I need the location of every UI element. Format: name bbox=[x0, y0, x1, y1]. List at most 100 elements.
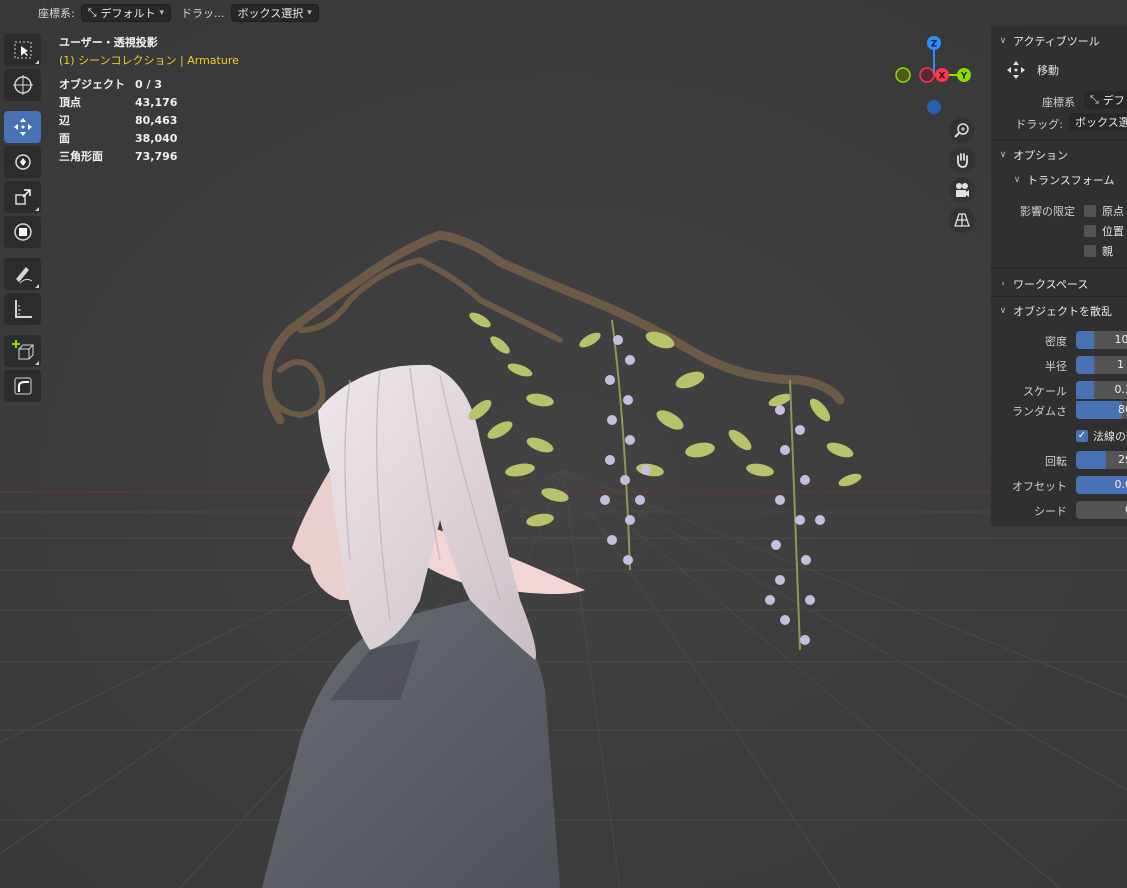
neg-z-axis-handle bbox=[927, 100, 941, 114]
viewport-info: ユーザー・透視投影 (1) シーンコレクション | Armature オブジェク… bbox=[59, 34, 239, 166]
pan-button[interactable] bbox=[949, 147, 975, 173]
radius-field[interactable]: 1 r bbox=[1076, 356, 1127, 374]
zoom-icon bbox=[954, 123, 969, 138]
viewport-header: 座標系: ⤡ デフォルト ▾ ドラッ... ボックス選択 ▾ bbox=[0, 0, 1127, 26]
z-axis-label: Z bbox=[931, 40, 938, 50]
chevron-down-icon: ∨ bbox=[999, 306, 1007, 316]
section-title: オプション bbox=[1013, 149, 1068, 162]
scene-statistics: オブジェクト 0 / 3 頂点 43,176 辺 80,463 面 38,040… bbox=[59, 76, 239, 166]
select-box-tool[interactable] bbox=[4, 34, 41, 66]
drag-value: ボックス選択 bbox=[237, 7, 304, 20]
section-title: オブジェクトを散乱 bbox=[1013, 305, 1112, 318]
measure-tool[interactable] bbox=[4, 293, 41, 325]
offset-value: 0.0 bbox=[1114, 478, 1127, 491]
stat-value: 38,040 bbox=[135, 132, 178, 145]
cursor-tool[interactable] bbox=[4, 69, 41, 101]
rotation-value: 29 bbox=[1118, 453, 1127, 466]
density-field[interactable]: 10. bbox=[1076, 331, 1127, 349]
shear-tool[interactable] bbox=[4, 370, 41, 402]
affect-parent-checkbox[interactable]: 親 bbox=[1084, 243, 1113, 259]
drag-dropdown[interactable]: ボックス選択 ▾ bbox=[230, 4, 319, 22]
checkbox-icon bbox=[1084, 205, 1096, 217]
chevron-down-icon: ▾ bbox=[307, 8, 312, 18]
randomness-label: ランダムさ bbox=[1012, 405, 1067, 418]
move-tool-row[interactable]: 移動 bbox=[1005, 59, 1059, 81]
radius-value: 1 r bbox=[1116, 358, 1127, 371]
affect-origin-checkbox[interactable]: 原点 bbox=[1084, 203, 1124, 219]
chevron-down-icon: ∨ bbox=[999, 150, 1007, 160]
scatter-section[interactable]: ∨ オブジェクトを散乱 bbox=[997, 303, 1112, 319]
drag-dropdown[interactable]: ボックス選 bbox=[1069, 113, 1127, 131]
affect-only-label: 影響の限定 bbox=[1020, 205, 1075, 218]
transform-tool[interactable] bbox=[4, 216, 41, 248]
seed-field[interactable]: 0 bbox=[1076, 501, 1127, 519]
affect-location-checkbox[interactable]: 位置 bbox=[1084, 223, 1124, 239]
ruler-icon bbox=[14, 300, 32, 318]
drag-label: ドラッ... bbox=[181, 7, 225, 20]
active-tool-section[interactable]: ∨ アクティブツール bbox=[997, 33, 1100, 49]
stat-value: 80,463 bbox=[135, 114, 178, 127]
scale-field[interactable]: 0.3 bbox=[1076, 381, 1127, 399]
add-cube-tool[interactable] bbox=[4, 335, 41, 367]
checkbox-icon bbox=[1084, 245, 1096, 257]
checkbox-icon bbox=[1084, 225, 1096, 237]
stat-value: 43,176 bbox=[135, 96, 178, 109]
move-tool[interactable] bbox=[4, 111, 41, 143]
annotate-tool[interactable] bbox=[4, 258, 41, 290]
stat-label: オブジェクト bbox=[59, 78, 125, 91]
coord-icon: ⤡ bbox=[87, 6, 97, 19]
scale-tool[interactable] bbox=[4, 181, 41, 213]
coord-icon: ⤡ bbox=[1090, 93, 1099, 106]
stat-label: 頂点 bbox=[59, 96, 81, 109]
coord-value: デフ bbox=[1102, 94, 1125, 107]
coord-dropdown[interactable]: ⤡ デフ bbox=[1084, 91, 1127, 109]
coord-system-dropdown[interactable]: ⤡ デフォルト ▾ bbox=[80, 4, 172, 22]
drag-row: ボックス選 bbox=[1069, 113, 1127, 131]
workspace-section[interactable]: › ワークスペース bbox=[997, 276, 1088, 292]
chevron-down-icon: ∨ bbox=[1013, 175, 1021, 185]
tool-shelf bbox=[4, 34, 42, 402]
offset-field[interactable]: 0.0 bbox=[1076, 476, 1127, 494]
camera-icon bbox=[956, 183, 969, 197]
move-label: 移動 bbox=[1037, 64, 1059, 77]
chevron-right-icon: › bbox=[1001, 279, 1005, 289]
collection-label: (1) シーンコレクション | Armature bbox=[59, 54, 239, 67]
randomness-value: 80 bbox=[1118, 403, 1127, 416]
zoom-button[interactable] bbox=[949, 117, 975, 143]
rotate-icon bbox=[14, 154, 31, 170]
tool-settings-panel: ∨ アクティブツール 移動 座標系 ⤡ デフ ドラッグ: ボックス選 ∨ オプシ… bbox=[991, 26, 1127, 526]
neg-y-axis-handle bbox=[895, 67, 911, 83]
perspective-grid-icon bbox=[954, 213, 970, 227]
camera-button[interactable] bbox=[949, 177, 975, 203]
navigation-gizmo[interactable]: Z Y X bbox=[892, 34, 982, 124]
transform-subsection[interactable]: ∨ トランスフォーム bbox=[1011, 172, 1115, 188]
chevron-down-icon: ∨ bbox=[999, 36, 1007, 46]
normal-rotation-checkbox[interactable]: ✓ 法線の回 bbox=[1076, 428, 1127, 444]
stat-label: 辺 bbox=[59, 114, 70, 127]
rotation-field[interactable]: 29 bbox=[1076, 451, 1127, 469]
checkbox-label: 位置 bbox=[1102, 225, 1124, 238]
view-title: ユーザー・透視投影 bbox=[59, 36, 158, 49]
drag-label: ドラッグ: bbox=[1015, 118, 1063, 131]
add-cube-icon bbox=[11, 340, 34, 360]
move-arrows-icon bbox=[1007, 61, 1025, 79]
scale-icon bbox=[14, 189, 31, 205]
rotation-label: 回転 bbox=[1045, 455, 1067, 468]
shear-icon bbox=[14, 377, 31, 395]
coord-system-value: デフォルト bbox=[100, 7, 156, 20]
seed-label: シード bbox=[1034, 505, 1067, 518]
checkbox-label: 親 bbox=[1102, 245, 1113, 258]
y-axis-label: Y bbox=[960, 72, 968, 82]
pan-hand-icon bbox=[957, 153, 968, 168]
perspective-button[interactable] bbox=[949, 207, 975, 233]
stat-value: 0 / 3 bbox=[135, 78, 162, 91]
scale-label: スケール bbox=[1023, 385, 1067, 398]
options-section[interactable]: ∨ オプション bbox=[997, 147, 1068, 163]
section-title: トランスフォーム bbox=[1027, 174, 1115, 187]
stat-value: 73,796 bbox=[135, 150, 178, 163]
randomness-field[interactable]: 80 bbox=[1076, 401, 1127, 419]
offset-label: オフセット bbox=[1012, 480, 1067, 493]
stat-label: 三角形面 bbox=[59, 150, 103, 163]
rotate-tool[interactable] bbox=[4, 146, 41, 178]
x-axis-label: X bbox=[939, 72, 946, 82]
